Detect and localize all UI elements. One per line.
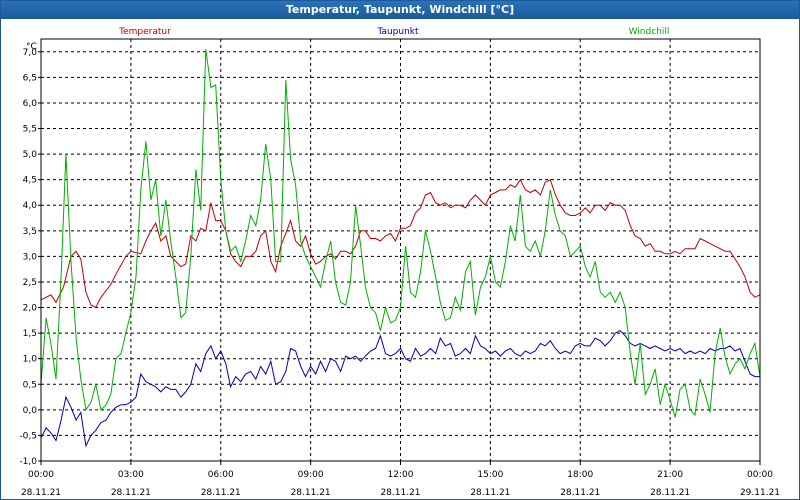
x-tick-date: 28.11.21: [201, 488, 241, 498]
x-tick-time: 00:00: [28, 470, 54, 480]
x-axis-ticks: 00:00 28.11.21 03:00 28.11.21 06:00 28.11.21 0…: [21, 461, 780, 498]
y-tick-label: 4,5: [23, 176, 37, 186]
y-tick-label: 4,0: [23, 201, 38, 211]
y-tick-label: 5,0: [23, 150, 38, 160]
x-tick-date: 28.11.21: [21, 488, 61, 498]
x-tick-time: 06:00: [208, 470, 234, 480]
y-axis-ticks: -1,0 -0,5 0,0 0,5 1,0 1,5 2,0 2,5 3,0 3,5 4,0 4,5 5,…: [19, 48, 41, 467]
y-tick-label: 2,0: [23, 304, 38, 314]
y-tick-label: 5,5: [23, 125, 37, 135]
chart: -1,0 -0,5 0,0 0,5 1,0 1,5 2,0 2,5 3,0 3,5 4,0 4,5 5,…: [19, 27, 780, 498]
x-tick-time: 12:00: [388, 470, 414, 480]
x-tick-date: 29.11.21: [740, 488, 780, 498]
x-tick-time: 18:00: [567, 470, 593, 480]
y-tick-label: 3,5: [23, 227, 37, 237]
series-lines: [41, 49, 760, 448]
x-tick-time: 15:00: [477, 470, 503, 480]
x-tick-time: 21:00: [657, 470, 683, 480]
y-tick-label: 3,0: [23, 252, 38, 262]
y-tick-label: -1,0: [19, 457, 37, 467]
x-tick-date: 28.11.21: [470, 488, 510, 498]
y-tick-label: 1,5: [23, 329, 37, 339]
chart-window: Temperatur, Taupunkt, Windchill [°C] -1,…: [0, 0, 800, 500]
x-tick-date: 28.11.21: [380, 488, 420, 498]
y-tick-label: 1,0: [23, 355, 38, 365]
x-tick-date: 28.11.21: [560, 488, 600, 498]
x-tick-time: 03:00: [118, 470, 144, 480]
y-tick-label: 0,0: [23, 406, 38, 416]
y-tick-label: 2,5: [23, 278, 37, 288]
y-tick-label: 6,0: [23, 99, 38, 109]
legend: Temperatur Taupunkt Windchill: [118, 27, 669, 37]
y-axis-label: °C: [26, 42, 37, 52]
window-title: Temperatur, Taupunkt, Windchill [°C]: [1, 1, 799, 19]
y-tick-label: 0,5: [23, 380, 37, 390]
chart-grid: [41, 39, 760, 462]
x-tick-date: 28.11.21: [111, 488, 151, 498]
x-tick-time: 09:00: [298, 470, 324, 480]
legend-entry-taupunkt: Taupunkt: [376, 27, 419, 37]
x-tick-date: 28.11.21: [291, 488, 331, 498]
legend-entry-temperatur: Temperatur: [118, 27, 171, 37]
x-tick-time: 00:00: [747, 470, 773, 480]
series-line-windchill: [41, 49, 760, 418]
x-tick-date: 28.11.21: [650, 488, 690, 498]
legend-entry-windchill: Windchill: [629, 27, 670, 37]
y-tick-label: 6,5: [23, 73, 37, 83]
y-tick-label: -0,5: [19, 431, 37, 441]
